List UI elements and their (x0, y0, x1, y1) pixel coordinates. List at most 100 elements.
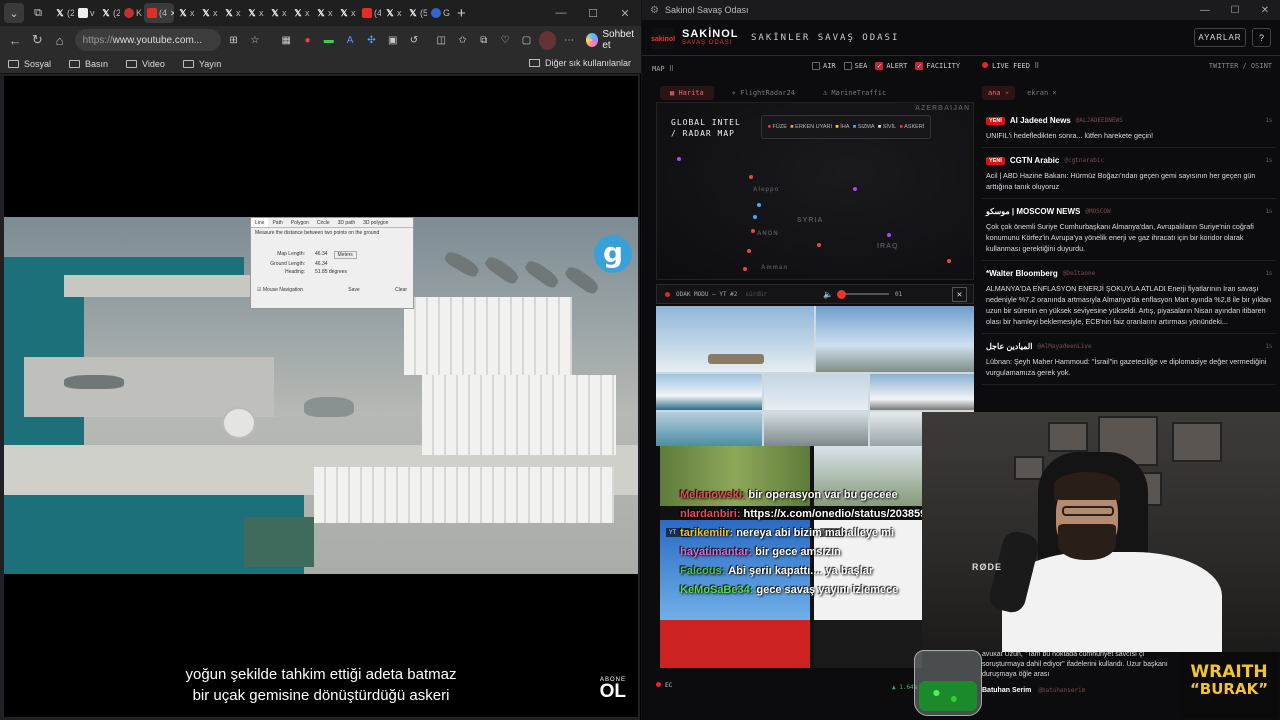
translate-icon[interactable]: A (341, 31, 358, 50)
settings-button[interactable]: AYARLAR (1194, 28, 1246, 47)
tab-marinetraffic[interactable]: ⚓ MarineTraffic (813, 86, 896, 100)
sync-icon[interactable]: ↺ (405, 31, 422, 50)
refresh-icon[interactable]: ↻ (28, 30, 46, 50)
filter-air[interactable]: AIR (812, 62, 836, 70)
ruler-tab: 3D path (337, 220, 356, 226)
browser-tab[interactable]: 𝕏x (313, 3, 335, 23)
workspaces-icon[interactable]: ⧉ (28, 3, 48, 23)
browser-tab[interactable]: 𝕏x (290, 3, 312, 23)
browser-essentials-heart-icon[interactable]: ♡ (497, 31, 514, 50)
split-screen-icon[interactable]: ◫ (433, 31, 450, 50)
filter-checkbox[interactable] (843, 62, 852, 70)
favorite-star-icon[interactable]: ☆ (246, 31, 263, 50)
focus-mode-bar: ODAK MODU — YT #2 sürdür 🔈 01 ✕ (656, 284, 974, 304)
tab-harita[interactable]: ▦ Harita (660, 86, 714, 100)
feed-author-name: Batuhan Serim (982, 687, 1032, 694)
filter-checkbox[interactable] (812, 62, 820, 70)
extension-puzzle-icon[interactable]: ✣ (363, 31, 380, 50)
minimize-icon[interactable]: — (545, 0, 577, 26)
map-marker[interactable] (747, 249, 751, 253)
feed-item[interactable]: موسكو | MOSCOW NEWS @MOSCOW 1s Çok çok önem… (982, 199, 1276, 261)
maximize-icon[interactable]: ☐ (577, 0, 609, 26)
browser-tab[interactable]: G (428, 3, 450, 23)
browser-tab[interactable]: 𝕏 (5 (405, 3, 427, 23)
screenshot-icon[interactable]: ▢ (518, 31, 535, 50)
tab-ekran[interactable]: ekran × (1021, 86, 1063, 100)
tab-close-icon[interactable]: ✕ (170, 9, 174, 18)
feed-item[interactable]: YENİ Al Jadeed News @ALJADEEDNEWS 1s UNIFIL'… (982, 108, 1276, 148)
volume-slider-track[interactable] (843, 293, 889, 295)
filter-sea[interactable]: SEA (843, 62, 867, 70)
close-icon[interactable]: ✕ (1250, 0, 1280, 20)
address-bar[interactable]: https:// www.youtube.com... (74, 29, 221, 51)
extension-square-icon[interactable]: ▣ (384, 31, 401, 50)
map-marker[interactable] (749, 175, 753, 179)
browser-tab[interactable]: 𝕏 (2 (98, 3, 120, 23)
tab-title: (4 (159, 8, 168, 18)
browser-tab[interactable]: 𝕏x (244, 3, 266, 23)
other-favorites-folder[interactable]: Diğer sık kullanılanlar (528, 58, 631, 68)
new-tab-plus-icon[interactable]: + (457, 5, 466, 22)
browser-tab[interactable]: 𝕏x (382, 3, 404, 23)
browser-tab[interactable]: 𝕏x (221, 3, 243, 23)
browser-tab[interactable]: (4 ✕ (144, 3, 174, 23)
browser-tab[interactable]: 𝕏x (336, 3, 358, 23)
extension-green-icon[interactable]: ▬ (320, 31, 337, 50)
browser-tab[interactable]: K (121, 3, 143, 23)
bookmark-folder-sosyal[interactable]: Sosyal (8, 59, 51, 69)
x-logo-favicon-icon: 𝕏 (271, 8, 279, 18)
video-player[interactable]: Line Path Polygon Circle 3D path 3D polygon M… (4, 76, 638, 717)
volume-slider-knob[interactable] (837, 290, 846, 299)
map-marker[interactable] (887, 233, 891, 237)
focus-close-icon[interactable]: ✕ (952, 287, 967, 302)
filter-alert[interactable]: ✓ ALERT (875, 62, 907, 70)
tab-actions-chevron-icon[interactable]: ⌄ (4, 3, 24, 23)
filter-checkbox[interactable]: ✓ (875, 62, 884, 70)
copilot-button[interactable]: Sohbet et (585, 29, 641, 51)
map-marker[interactable] (947, 259, 951, 263)
map-marker[interactable] (757, 203, 761, 207)
collections-icon[interactable]: ⧉ (475, 31, 492, 50)
map-marker[interactable] (677, 157, 681, 161)
extension-grid-icon[interactable]: ▦ (278, 31, 295, 50)
browser-tab[interactable]: 𝕏x (175, 3, 197, 23)
home-icon[interactable]: ⌂ (50, 30, 68, 50)
radar-map[interactable]: GLOBAL INTEL / RADAR MAP ■ FÜZE ■ ERKEN U… (656, 102, 974, 280)
back-arrow-icon[interactable]: ← (6, 30, 24, 50)
maximize-icon[interactable]: ☐ (1220, 0, 1250, 20)
bookmark-folder-yayin[interactable]: Yayın (182, 59, 221, 69)
map-marker[interactable] (817, 243, 821, 247)
filter-checkbox[interactable]: ✓ (915, 62, 924, 70)
map-marker[interactable] (743, 267, 747, 271)
tab-ana[interactable]: ana × (982, 86, 1016, 100)
browser-tab[interactable]: 𝕏x (198, 3, 220, 23)
tab-flightradar[interactable]: ✈ FlightRadar24 (722, 86, 805, 100)
close-icon[interactable]: ✕ (609, 0, 641, 26)
map-marker[interactable] (751, 229, 755, 233)
browser-tab[interactable]: 𝕏 (2 (52, 3, 74, 23)
feed-item[interactable]: YENİ CGTN Arabic @cgtnarabic 1s Acil | ABD H… (982, 148, 1276, 199)
map-marker[interactable] (753, 215, 757, 219)
live-feed-list[interactable]: YENİ Al Jadeed News @ALJADEEDNEWS 1s UNIFIL'… (982, 108, 1276, 408)
site-favicon-icon (124, 8, 134, 18)
feed-item[interactable]: الميادين عاجل @AlMayadeenLive 1s Lübnan: Şe… (982, 334, 1276, 385)
browser-tab[interactable]: v (75, 3, 97, 23)
map-marker[interactable] (853, 187, 857, 191)
help-button[interactable]: ? (1252, 28, 1271, 47)
minimize-icon[interactable]: — (1190, 0, 1220, 20)
bookmark-folder-video[interactable]: Video (126, 59, 165, 69)
feed-item[interactable]: *Walter Bloomberg @DeItaone 1s ALMANYA'DA E… (982, 261, 1276, 334)
feed-author-name: موسكو | MOSCOW NEWS (986, 207, 1081, 216)
favorites-icon[interactable]: ✩ (454, 31, 471, 50)
volume-icon[interactable]: 🔈 (823, 290, 833, 299)
bookmark-folder-basin[interactable]: Basın (69, 59, 108, 69)
filter-facility[interactable]: ✓ FACILITY (915, 62, 960, 70)
page-info-icon[interactable]: ⊞ (225, 31, 242, 50)
browser-tab[interactable]: (4 (359, 3, 381, 23)
profile-avatar[interactable] (539, 30, 557, 50)
more-menu-icon[interactable]: ⋯ (560, 31, 577, 50)
extension-red-icon[interactable]: ● (299, 31, 316, 50)
ruler-label: Heading: (284, 269, 305, 275)
browser-tab[interactable]: 𝕏x (267, 3, 289, 23)
feed-timestamp: 1s (1265, 118, 1272, 124)
